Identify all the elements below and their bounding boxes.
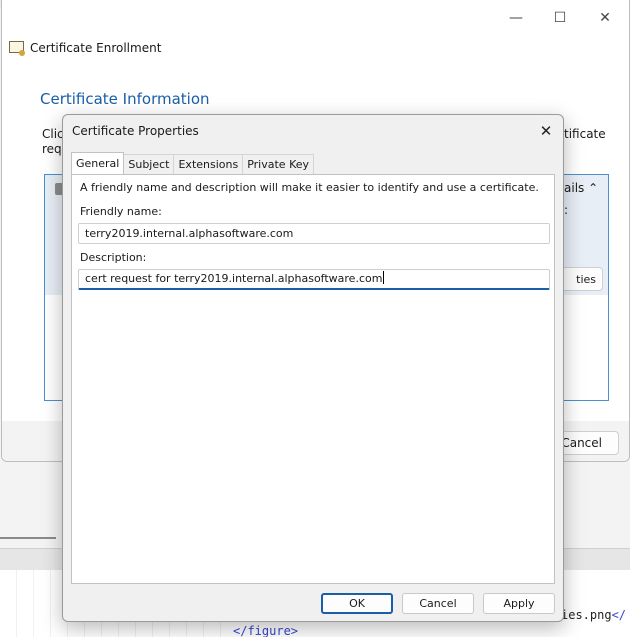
background-code-line: ies.png</ xyxy=(561,608,627,622)
tab-strip: General Subject Extensions Private Key xyxy=(71,152,315,174)
dialog-title: Certificate Properties xyxy=(72,124,199,138)
background-editor-scrollbar xyxy=(0,537,56,539)
page-heading: Certificate Information xyxy=(40,90,210,108)
dialog-close-button[interactable]: ✕ xyxy=(531,119,561,143)
description-input[interactable]: cert request for terry2019.internal.alph… xyxy=(78,269,550,290)
friendly-name-input[interactable]: terry2019.internal.alphasoftware.com xyxy=(78,223,550,244)
tab-subject[interactable]: Subject xyxy=(123,154,175,174)
instruction-text-fragment: tificate xyxy=(564,127,606,141)
tab-extensions[interactable]: Extensions xyxy=(173,154,244,174)
tab-private-key[interactable]: Private Key xyxy=(242,154,315,174)
friendly-name-label: Friendly name: xyxy=(80,205,162,218)
minimize-button[interactable]: — xyxy=(494,6,538,30)
background-code-line: </figure> xyxy=(233,624,299,637)
general-description: A friendly name and description will mak… xyxy=(80,181,539,194)
outer-cancel-button[interactable]: Cancel xyxy=(555,431,619,455)
details-toggle[interactable]: ails ⌃ xyxy=(564,181,598,195)
tab-general[interactable]: General xyxy=(71,152,125,174)
maximize-button[interactable]: ☐ xyxy=(538,6,582,30)
text-caret xyxy=(383,271,385,284)
details-label-fragment: : xyxy=(564,203,569,217)
ok-button[interactable]: OK xyxy=(321,593,393,614)
general-tab-panel: A friendly name and description will mak… xyxy=(71,174,555,584)
chevron-up-icon: ⌃ xyxy=(588,181,599,195)
certificate-icon xyxy=(9,41,25,56)
apply-button[interactable]: Apply xyxy=(483,593,555,614)
description-label: Description: xyxy=(80,251,147,264)
certificate-properties-dialog: Certificate Properties ✕ General Subject… xyxy=(62,114,564,622)
window-title: Certificate Enrollment xyxy=(30,41,162,55)
window-close-button[interactable]: ✕ xyxy=(583,6,627,30)
cancel-button[interactable]: Cancel xyxy=(402,593,474,614)
close-icon: ✕ xyxy=(539,122,553,140)
